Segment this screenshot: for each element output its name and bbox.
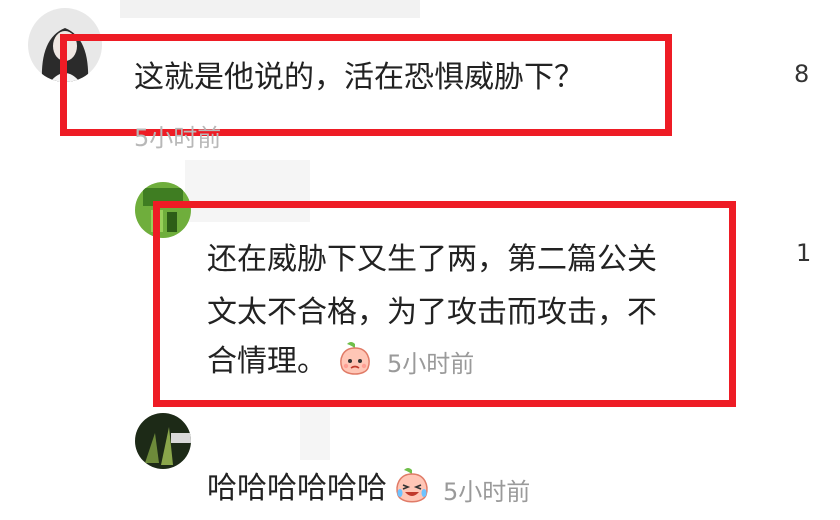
comment-text-line-3: 合情理。 (207, 344, 327, 379)
like-count[interactable]: 1 (796, 239, 811, 267)
comment-line-3: 合情理。 5小时前 (207, 333, 474, 390)
comment-time: 5小时前 (387, 350, 475, 378)
background-block-bottom (300, 405, 330, 460)
comment-text: 这就是他说的，活在恐惧威胁下？ (134, 60, 584, 95)
comment-line: 哈哈哈哈哈哈 5小时前 (207, 463, 530, 515)
comment-text: 哈哈哈哈哈哈 (207, 471, 387, 506)
comment-text-line-1: 还在威胁下又生了两，第二篇公关 (207, 242, 657, 277)
comment-time: 5小时前 (443, 477, 531, 506)
user-avatar-dark-icon[interactable] (135, 413, 191, 469)
comment-time: 5小时前 (134, 124, 222, 152)
peach-crying-laugh-emoji-icon (391, 466, 433, 512)
background-block-top (120, 0, 420, 18)
like-count[interactable]: 8 (794, 60, 809, 88)
peach-face-emoji-icon (335, 340, 375, 384)
